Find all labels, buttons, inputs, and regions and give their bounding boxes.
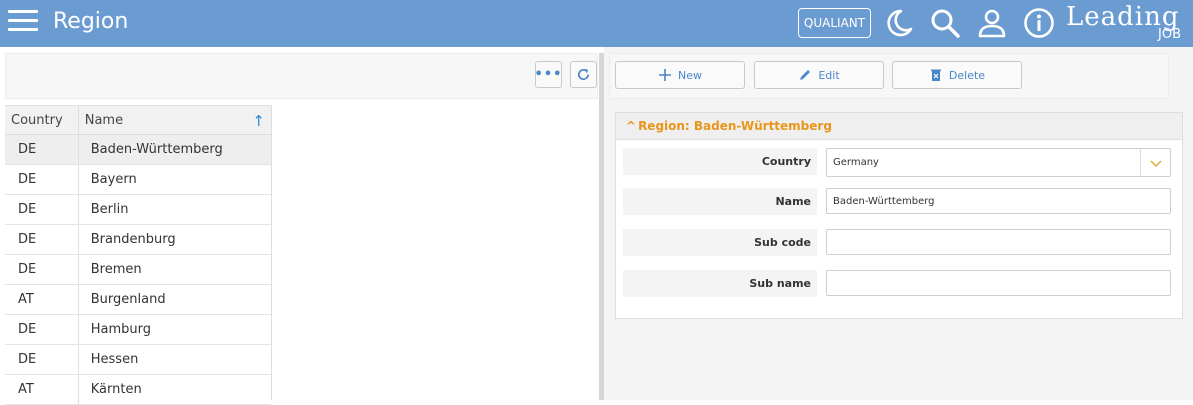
subname-row: Sub name <box>623 270 1171 297</box>
table-row[interactable]: DE Berlin <box>5 195 271 225</box>
more-button[interactable]: ••• <box>535 61 562 88</box>
chevron-down-icon[interactable] <box>1140 149 1170 176</box>
cell-name: Baden-Württemberg <box>90 142 223 157</box>
cell-name: Hessen <box>90 352 139 367</box>
column-header-name[interactable]: Name ↑ <box>79 106 271 134</box>
table-row[interactable]: DE Bremen <box>5 255 271 285</box>
cell-name: Berlin <box>90 202 129 217</box>
table-row[interactable]: AT Burgenland <box>5 285 271 315</box>
cell-country: DE <box>5 225 79 254</box>
cell-country: DE <box>5 135 79 164</box>
table-row[interactable]: DE Baden-Württemberg <box>5 135 271 165</box>
form-title: Region: Baden-Württemberg <box>638 119 832 133</box>
cell-country: DE <box>5 165 79 194</box>
subcode-row: Sub code <box>623 229 1171 256</box>
new-button[interactable]: New <box>615 61 745 89</box>
cell-country: DE <box>5 255 79 284</box>
ellipsis-icon: ••• <box>534 67 563 82</box>
form-section-header[interactable]: ^ Region: Baden-Württemberg <box>616 113 1182 140</box>
plus-icon <box>659 69 671 81</box>
cell-country: DE <box>5 315 79 344</box>
subcode-label: Sub code <box>623 229 817 256</box>
table-row[interactable]: DE Hamburg <box>5 315 271 345</box>
table-header: Country Name ↑ <box>5 105 271 135</box>
detail-toolbar: New Edit Delete <box>609 53 1169 99</box>
cell-name: Brandenburg <box>90 232 176 247</box>
name-field[interactable]: Baden-Württemberg <box>826 188 1171 214</box>
top-bar: Region QUALIANT Leading JOB <box>0 0 1193 47</box>
subname-label: Sub name <box>623 270 817 297</box>
subcode-field[interactable] <box>826 229 1171 255</box>
table-row[interactable]: DE Hessen <box>5 345 271 375</box>
list-toolbar: ••• <box>5 53 598 99</box>
cell-name: Bayern <box>90 172 137 187</box>
logo-sub: JOB <box>1158 27 1181 42</box>
country-value: Germany <box>833 157 879 168</box>
cell-name: Bremen <box>90 262 142 277</box>
table-row[interactable]: AT Kärnten <box>5 375 271 405</box>
menu-icon[interactable] <box>8 10 38 34</box>
moon-icon[interactable] <box>883 7 915 39</box>
subname-field[interactable] <box>826 270 1171 296</box>
edit-button[interactable]: Edit <box>754 61 884 89</box>
cell-country: DE <box>5 195 79 224</box>
refresh-icon <box>577 68 590 81</box>
table-row[interactable]: DE Brandenburg <box>5 225 271 255</box>
cell-name: Hamburg <box>90 322 152 337</box>
region-table: Country Name ↑ DE Baden-Württemberg DE Baye… <box>5 105 272 405</box>
region-form: ^ Region: Baden-Württemberg Country Germ… <box>615 112 1183 319</box>
name-row: Name Baden-Württemberg <box>623 188 1171 215</box>
cell-name: Burgenland <box>90 292 166 307</box>
name-label: Name <box>623 188 817 215</box>
user-icon[interactable] <box>976 7 1008 39</box>
column-header-country[interactable]: Country <box>5 106 79 134</box>
trash-icon <box>930 69 941 81</box>
refresh-button[interactable] <box>570 61 597 88</box>
pencil-icon <box>800 70 811 80</box>
table-row[interactable]: DE Bayern <box>5 165 271 195</box>
chevron-up-icon: ^ <box>626 119 637 133</box>
search-icon[interactable] <box>929 7 961 39</box>
cell-country: AT <box>5 285 79 314</box>
cell-country: DE <box>5 345 79 374</box>
qualiant-button[interactable]: QUALIANT <box>798 8 871 38</box>
delete-button[interactable]: Delete <box>892 61 1022 89</box>
sort-ascending-icon[interactable]: ↑ <box>252 112 265 130</box>
country-select[interactable]: Germany <box>826 148 1171 177</box>
column-header-name-label: Name <box>84 112 124 128</box>
country-label: Country <box>623 148 817 175</box>
info-icon[interactable] <box>1023 7 1055 39</box>
table-body: DE Baden-Württemberg DE Bayern DE Berlin DE Bra… <box>5 135 271 405</box>
country-row: Country Germany <box>623 148 1171 177</box>
page-title: Region <box>53 9 129 34</box>
